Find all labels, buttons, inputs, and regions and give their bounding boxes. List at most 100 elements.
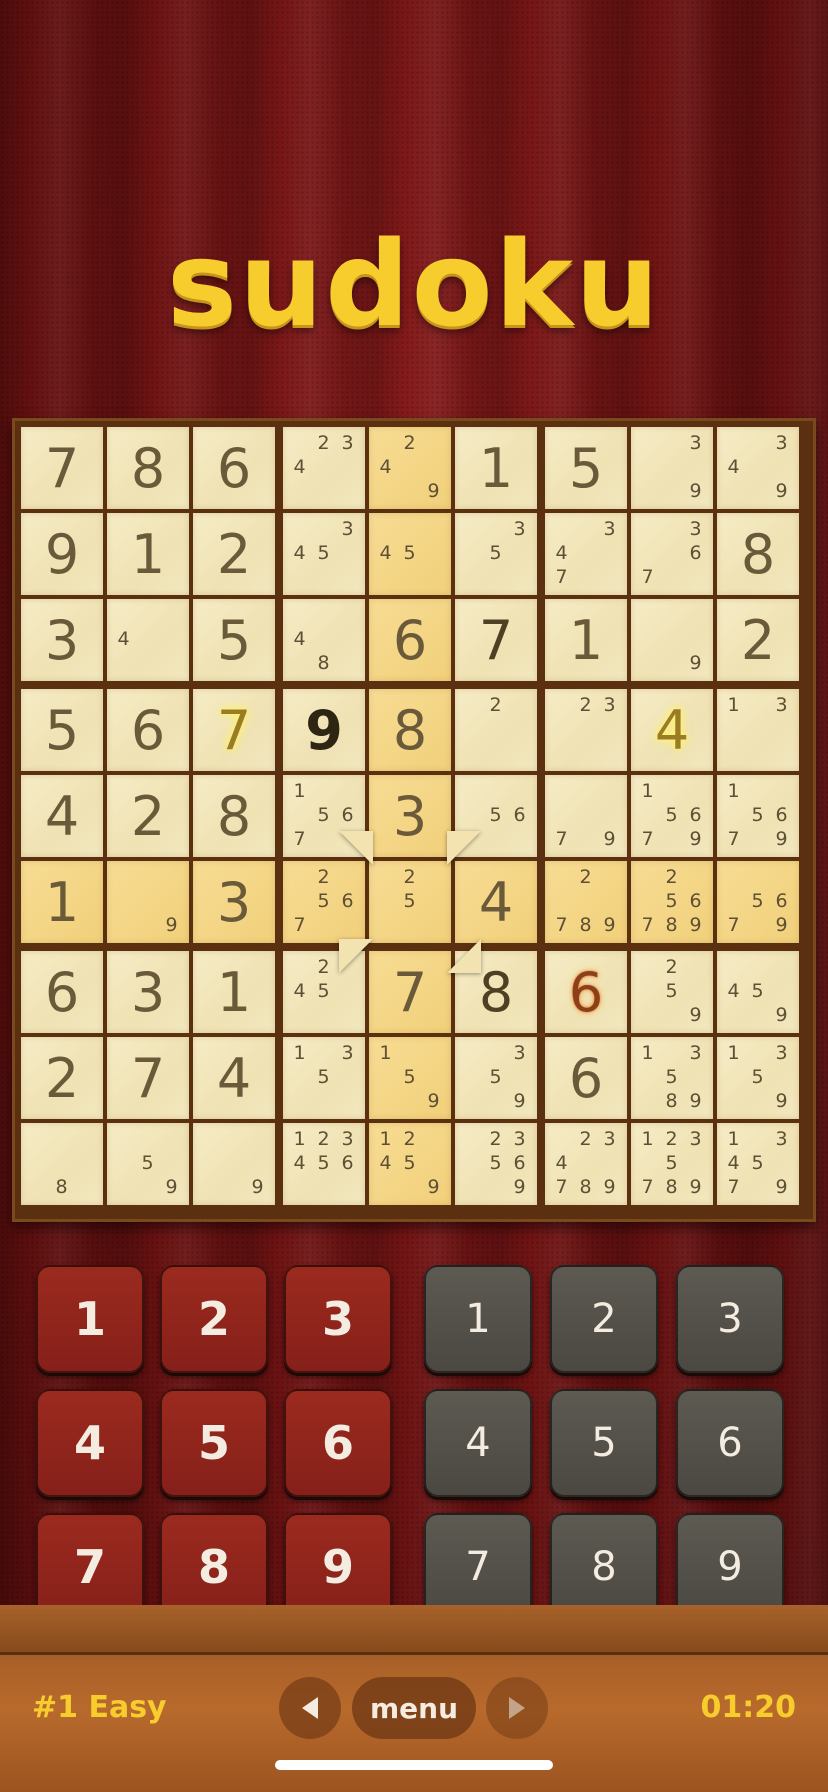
board-cell[interactable]: 7: [107, 1037, 189, 1119]
note-key-1[interactable]: 1: [424, 1265, 532, 1373]
board-cell[interactable]: 13: [717, 689, 799, 771]
board-cell[interactable]: 59: [107, 1123, 189, 1205]
board-cell[interactable]: 6: [193, 427, 275, 509]
board-cell[interactable]: 9: [107, 861, 189, 943]
pencil-note: 3: [689, 518, 702, 540]
board-cell[interactable]: 2: [455, 689, 537, 771]
board-cell[interactable]: 9: [193, 1123, 275, 1205]
board-cell[interactable]: 256 789: [631, 861, 713, 943]
board-cell[interactable]: 1235789: [631, 1123, 713, 1205]
board-cell[interactable]: 1 3589: [631, 1037, 713, 1119]
note-key-5[interactable]: 5: [550, 1389, 658, 1497]
previous-puzzle-button[interactable]: [279, 1677, 341, 1739]
board-cell[interactable]: 8: [193, 775, 275, 857]
number-key-3[interactable]: 3: [284, 1265, 392, 1373]
board-cell[interactable]: 2: [21, 1037, 103, 1119]
board-cell[interactable]: 23569: [455, 1123, 537, 1205]
pencil-note: 2: [403, 1128, 416, 1150]
board-cell[interactable]: 4: [107, 599, 189, 681]
board-cell[interactable]: 12459: [369, 1123, 451, 1205]
board-cell[interactable]: 23 4789: [545, 1123, 627, 1205]
board-cell[interactable]: 1: [455, 427, 537, 509]
board-cell[interactable]: 24 9: [369, 427, 451, 509]
board-cell[interactable]: 8: [107, 427, 189, 509]
board-cell[interactable]: 6: [369, 599, 451, 681]
board-cell[interactable]: 4: [455, 861, 537, 943]
board-cell[interactable]: 123 456: [283, 1123, 365, 1205]
number-key-5[interactable]: 5: [160, 1389, 268, 1497]
board-cell[interactable]: 1: [107, 513, 189, 595]
board-cell[interactable]: 5: [21, 689, 103, 771]
number-key-1[interactable]: 1: [36, 1265, 144, 1373]
board-cell[interactable]: 3 4 9: [717, 427, 799, 509]
board-cell[interactable]: 1: [193, 951, 275, 1033]
board-cell[interactable]: 7: [21, 427, 103, 509]
number-key-4[interactable]: 4: [36, 1389, 144, 1497]
board-cell[interactable]: 35: [455, 513, 537, 595]
number-key-6[interactable]: 6: [284, 1389, 392, 1497]
board-cell[interactable]: 7: [193, 689, 275, 771]
board-cell[interactable]: 25: [369, 861, 451, 943]
board-cell[interactable]: 7: [369, 951, 451, 1033]
board-cell[interactable]: 259: [631, 951, 713, 1033]
board-cell[interactable]: 3 47: [545, 513, 627, 595]
cell-digit: 7: [216, 698, 252, 762]
board-cell[interactable]: 79: [545, 775, 627, 857]
cell-digit: 6: [568, 1046, 604, 1110]
board-cell[interactable]: 9: [631, 599, 713, 681]
number-key-2[interactable]: 2: [160, 1265, 268, 1373]
pencil-note: 4: [727, 1152, 740, 1174]
board-cell[interactable]: 8: [369, 689, 451, 771]
board-cell[interactable]: 39: [631, 427, 713, 509]
board-cell[interactable]: 7: [455, 599, 537, 681]
board-cell[interactable]: 23: [545, 689, 627, 771]
board-cell[interactable]: 4: [631, 689, 713, 771]
board-cell[interactable]: 2: [193, 513, 275, 595]
board-cell[interactable]: 6: [545, 1037, 627, 1119]
board-cell[interactable]: 5: [545, 427, 627, 509]
board-cell[interactable]: 45: [369, 513, 451, 595]
board-cell[interactable]: 3 45: [283, 513, 365, 595]
board-cell[interactable]: 6: [107, 689, 189, 771]
board-cell[interactable]: 159: [369, 1037, 451, 1119]
board-cell[interactable]: 6: [545, 951, 627, 1033]
board-cell[interactable]: 9: [283, 689, 365, 771]
pencil-note: 2: [579, 866, 592, 888]
board-cell[interactable]: 36 7: [631, 513, 713, 595]
cell-digit: 7: [392, 960, 428, 1024]
board-cell[interactable]: 23 4: [283, 427, 365, 509]
board-cell[interactable]: 3: [107, 951, 189, 1033]
board-cell[interactable]: 2: [717, 599, 799, 681]
board-cell[interactable]: 9: [21, 513, 103, 595]
board-cell[interactable]: 156 7 9: [717, 775, 799, 857]
board-cell[interactable]: 48: [283, 599, 365, 681]
board-cell[interactable]: 359: [455, 1037, 537, 1119]
board-cell[interactable]: 156 7 9: [631, 775, 713, 857]
board-cell[interactable]: 1: [545, 599, 627, 681]
note-key-4[interactable]: 4: [424, 1389, 532, 1497]
board-cell[interactable]: 3: [21, 599, 103, 681]
board-cell[interactable]: 1: [21, 861, 103, 943]
next-puzzle-button[interactable]: [486, 1677, 548, 1739]
board-cell[interactable]: 4: [21, 775, 103, 857]
board-cell[interactable]: 1 35: [283, 1037, 365, 1119]
board-cell[interactable]: 3: [193, 861, 275, 943]
board-cell[interactable]: 256 7: [283, 861, 365, 943]
board-cell[interactable]: 56 7 9: [717, 861, 799, 943]
note-key-3[interactable]: 3: [676, 1265, 784, 1373]
board-cell[interactable]: 8: [21, 1123, 103, 1205]
board-cell[interactable]: 1 359: [717, 1037, 799, 1119]
board-cell[interactable]: 4: [193, 1037, 275, 1119]
board-cell[interactable]: 459: [717, 951, 799, 1033]
board-cell[interactable]: 3: [369, 775, 451, 857]
board-cell[interactable]: 2 789: [545, 861, 627, 943]
board-cell[interactable]: 2: [107, 775, 189, 857]
note-key-6[interactable]: 6: [676, 1389, 784, 1497]
note-key-2[interactable]: 2: [550, 1265, 658, 1373]
board-cell[interactable]: 6: [21, 951, 103, 1033]
menu-button[interactable]: menu: [352, 1677, 476, 1739]
board-cell[interactable]: 1 3 457 9: [717, 1123, 799, 1205]
board-cell[interactable]: 5: [193, 599, 275, 681]
board-cell[interactable]: 8: [717, 513, 799, 595]
cell-digit: 5: [44, 698, 80, 762]
